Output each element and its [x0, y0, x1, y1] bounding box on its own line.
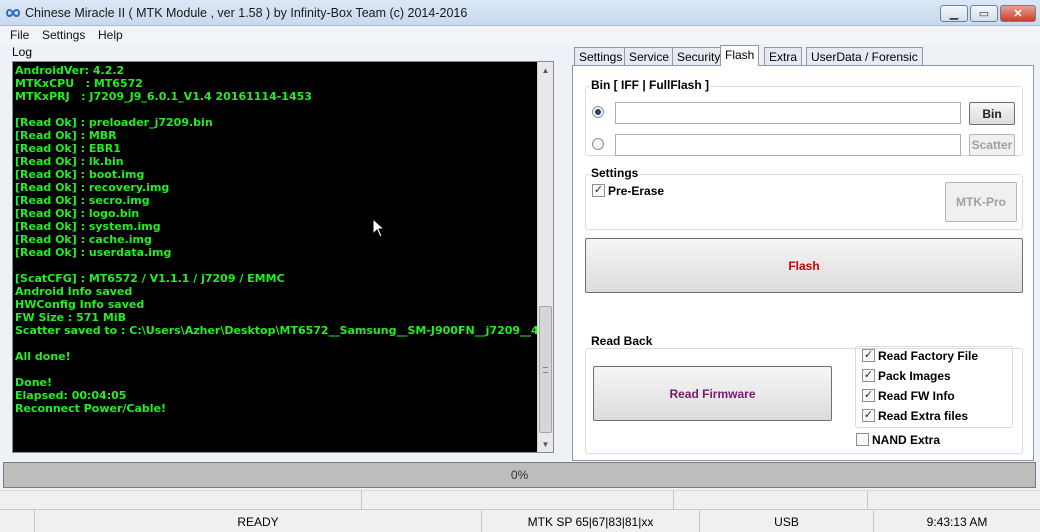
log-line: [Read Ok] : lk.bin — [15, 155, 124, 168]
log-line: All done! — [15, 350, 71, 363]
scatter-radio[interactable] — [592, 138, 604, 150]
scatter-button[interactable]: Scatter — [969, 134, 1015, 156]
readback-group-title: Read Back — [590, 334, 654, 348]
log-line: [Read Ok] : secro.img — [15, 194, 150, 207]
tab-extra[interactable]: Extra — [764, 47, 803, 65]
status-bar: READY MTK SP 65|67|83|81|xx USB 9:43:13 … — [0, 509, 1040, 532]
log-line: [Read Ok] : recovery.img — [15, 181, 170, 194]
tab-settings[interactable]: Settings — [574, 47, 628, 65]
tab-security[interactable]: Security — [672, 47, 726, 65]
log-scrollbar[interactable]: ▲ ▼ — [537, 62, 553, 452]
log-line: [Read Ok] : logo.bin — [15, 207, 140, 220]
log-line: [Read Ok] : EBR1 — [15, 142, 121, 155]
menu-settings[interactable]: Settings — [42, 28, 85, 42]
scroll-grip-icon — [543, 367, 548, 373]
scroll-thumb[interactable] — [539, 306, 552, 433]
log-line: [Read Ok] : boot.img — [15, 168, 145, 181]
scroll-down-icon[interactable]: ▼ — [538, 436, 553, 452]
read-extra-files-label: Read Extra files — [878, 409, 969, 423]
status-time: 9:43:13 AM — [926, 514, 988, 529]
bin-radio[interactable] — [592, 106, 604, 118]
minimize-icon: ▁ — [949, 8, 959, 20]
log-line: AndroidVer: 4.2.2 — [15, 64, 125, 77]
settings-group-title: Settings — [590, 166, 640, 180]
window-title: Chinese Miracle II ( MTK Module , ver 1.… — [25, 6, 468, 20]
pre-erase-checkbox[interactable]: ✓ — [592, 184, 605, 197]
sub-cell-3 — [674, 491, 868, 509]
log-line: MTKxCPU : MT6572 — [15, 77, 143, 90]
title-bar[interactable]: Chinese Miracle II ( MTK Module , ver 1.… — [0, 0, 1040, 26]
secondary-status-bar — [0, 490, 1040, 509]
bin-path-input[interactable] — [615, 102, 961, 124]
close-button[interactable]: ✕ — [1000, 5, 1036, 22]
log-line: Done! — [15, 376, 52, 389]
nand-extra-checkbox[interactable] — [856, 433, 869, 446]
status-mtk-sp: MTK SP 65|67|83|81|xx — [482, 510, 700, 532]
log-label: Log — [12, 45, 33, 59]
infinity-icon — [5, 9, 21, 17]
log-line: [Read Ok] : preloader_j7209.bin — [15, 116, 213, 129]
bin-group-title: Bin [ IFF | FullFlash ] — [590, 78, 711, 92]
sub-cell-2 — [362, 491, 674, 509]
log-panel[interactable]: AndroidVer: 4.2.2 MTKxCPU : MT6572 MTKxPRJ… — [12, 61, 554, 453]
log-line: [Read Ok] : system.img — [15, 220, 161, 233]
maximize-icon: ▭ — [978, 8, 990, 20]
log-text: AndroidVer: 4.2.2 MTKxCPU : MT6572 MTKxPRJ… — [15, 64, 537, 450]
menu-file[interactable]: File — [10, 28, 29, 42]
log-line: MTKxPRJ : J7209_J9_6.0.1_V1.4 20161114-1… — [15, 90, 312, 103]
close-icon: ✕ — [1013, 8, 1023, 20]
read-factory-file-checkbox[interactable]: ✓ — [862, 349, 875, 362]
log-line: Elapsed: 00:04:05 — [15, 389, 127, 402]
status-cell-empty — [0, 510, 35, 532]
log-line: [Read Ok] : userdata.img — [15, 246, 172, 259]
read-fw-info-label: Read FW Info — [878, 389, 955, 403]
read-extra-files-checkbox[interactable]: ✓ — [862, 409, 875, 422]
log-line: Reconnect Power/Cable! — [15, 402, 167, 415]
pack-images-label: Pack Images — [878, 369, 951, 383]
nand-extra-label: NAND Extra — [872, 433, 941, 447]
mouse-cursor-icon — [372, 218, 386, 238]
read-fw-info-checkbox[interactable]: ✓ — [862, 389, 875, 402]
log-line: [ScatCFG] : MT6572 / V1.1.1 / j7209 / EM… — [15, 272, 285, 285]
progress-text: 0% — [510, 468, 529, 482]
flash-button[interactable]: Flash — [585, 238, 1023, 293]
app-window: Chinese Miracle II ( MTK Module , ver 1.… — [0, 0, 1040, 532]
tab-userdata-forensic[interactable]: UserData / Forensic — [806, 47, 923, 65]
maximize-button[interactable]: ▭ — [970, 5, 998, 22]
status-port: USB — [700, 510, 874, 532]
log-line: FW Size : 571 MiB — [15, 311, 126, 324]
log-line: HWConfig Info saved — [15, 298, 145, 311]
log-line: [Read Ok] : cache.img — [15, 233, 152, 246]
log-line: [Read Ok] : MBR — [15, 129, 117, 142]
read-firmware-button[interactable]: Read Firmware — [593, 366, 832, 421]
bin-button[interactable]: Bin — [969, 102, 1015, 125]
log-line: Scatter saved to : C:\Users\Azher\Deskto… — [15, 324, 537, 337]
scroll-up-icon[interactable]: ▲ — [538, 62, 553, 78]
mtk-pro-button[interactable]: MTK-Pro — [945, 182, 1017, 222]
log-line: Android Info saved — [15, 285, 133, 298]
status-state: READY — [35, 510, 482, 532]
scatter-path-input[interactable] — [615, 134, 961, 156]
flash-tab-panel: Bin [ IFF | FullFlash ] Bin Scatter Sett… — [572, 65, 1034, 461]
tab-flash[interactable]: Flash — [720, 45, 760, 66]
progress-bar: 0% — [3, 462, 1036, 488]
menu-help[interactable]: Help — [98, 28, 123, 42]
sub-cell-1 — [0, 491, 362, 509]
pack-images-checkbox[interactable]: ✓ — [862, 369, 875, 382]
minimize-button[interactable]: ▁ — [940, 5, 968, 22]
menu-bar: File Settings Help — [0, 26, 1040, 44]
pre-erase-label: Pre-Erase — [608, 184, 665, 198]
read-factory-file-label: Read Factory File — [878, 349, 979, 363]
tab-service[interactable]: Service — [624, 47, 675, 65]
